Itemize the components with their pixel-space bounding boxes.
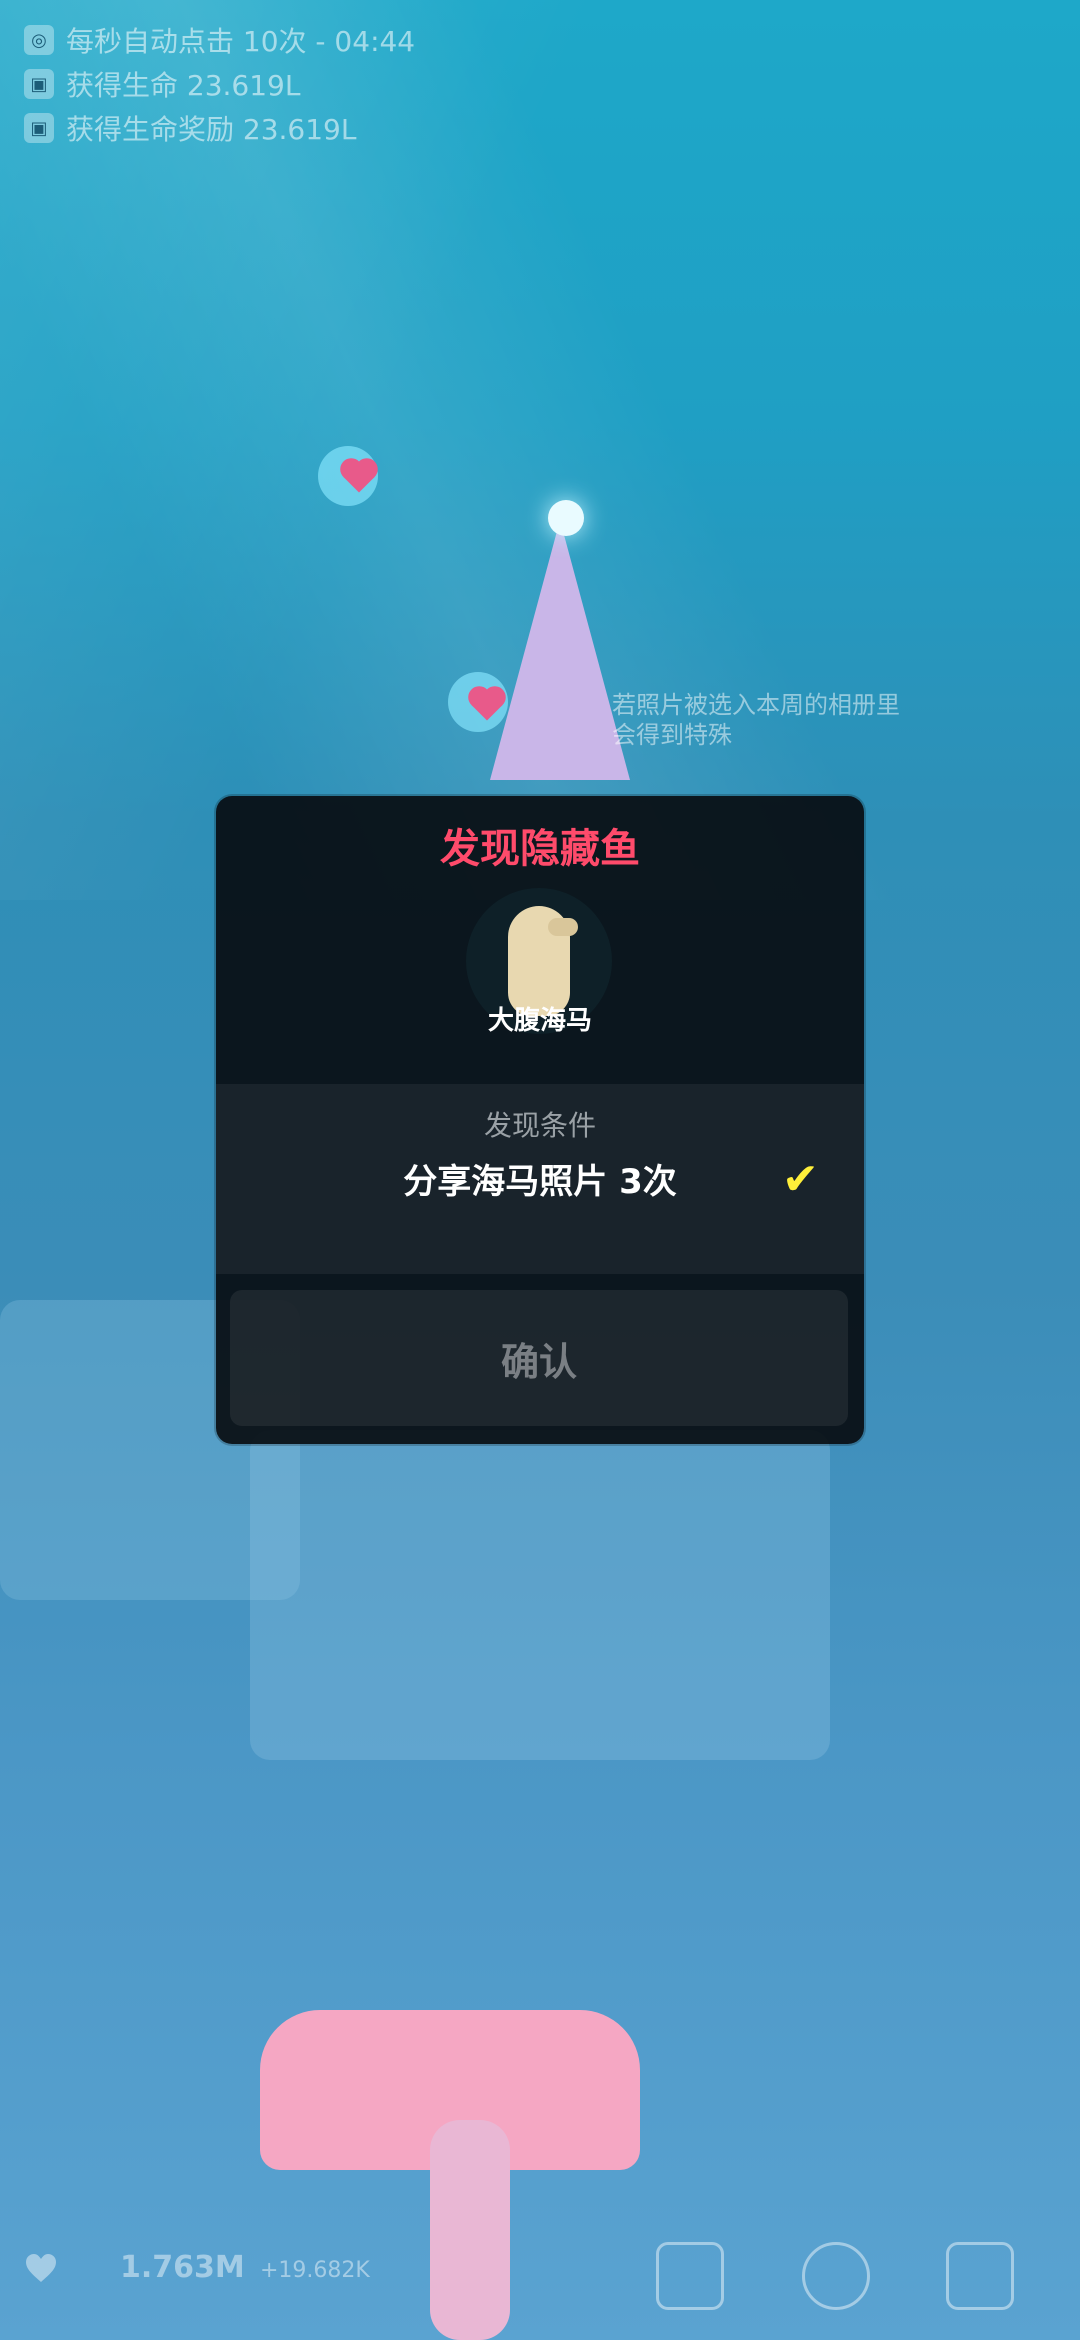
hidden-fish-dialog: 发现隐藏鱼 大腹海马 发现条件 分享海马照片 3次 ✔ 确认 [216, 796, 864, 1444]
fish-name: 大腹海马 [487, 1006, 592, 1036]
photo-hint-line1: 若照片被选入本周的相册里 [612, 691, 900, 719]
condition-text: 分享海马照片 3次 [403, 1162, 677, 1202]
auto-tap-text: 每秒自动点击 10次 - 04:44 [66, 25, 416, 58]
condition-label: 发现条件 [483, 1109, 596, 1142]
camera-small-icon: ▣ [24, 69, 54, 99]
heart-icon[interactable] [24, 2252, 58, 2286]
cone-decoration [490, 520, 630, 780]
life-total: 1.763M [120, 2250, 245, 2285]
palette-icon[interactable] [802, 2242, 870, 2310]
confirm-button[interactable]: 确认 [230, 1290, 848, 1426]
photo-hint: 若照片被选入本周的相册里 会得到特殊 [612, 690, 900, 750]
camera-icon[interactable] [656, 2242, 724, 2310]
list-icon[interactable] [946, 2242, 1014, 2310]
life-bonus-status: ▣ 获得生命奖励 23.619L [24, 106, 415, 150]
camera-small-icon: ▣ [24, 113, 54, 143]
rock-center [250, 1430, 830, 1760]
glow-orb [548, 500, 584, 536]
condition-section: 发现条件 分享海马照片 3次 ✔ [216, 1084, 864, 1274]
bottom-bar: 1.763M +19.682K [0, 2238, 1080, 2328]
auto-tap-status: ◎ 每秒自动点击 10次 - 04:44 [24, 18, 415, 62]
photo-hint-line2: 会得到特殊 [612, 721, 732, 749]
checkmark-icon: ✔ [782, 1154, 819, 1205]
life-rate: +19.682K [260, 2258, 370, 2283]
life-status: ▣ 获得生命 23.619L [24, 62, 415, 106]
life-text: 获得生命 23.619L [66, 69, 301, 102]
dialog-title: 发现隐藏鱼 [440, 826, 640, 872]
status-list: ◎ 每秒自动点击 10次 - 04:44 ▣ 获得生命 23.619L ▣ 获得… [24, 18, 415, 150]
auto-tap-icon: ◎ [24, 25, 54, 55]
life-bonus-text: 获得生命奖励 23.619L [66, 113, 357, 146]
